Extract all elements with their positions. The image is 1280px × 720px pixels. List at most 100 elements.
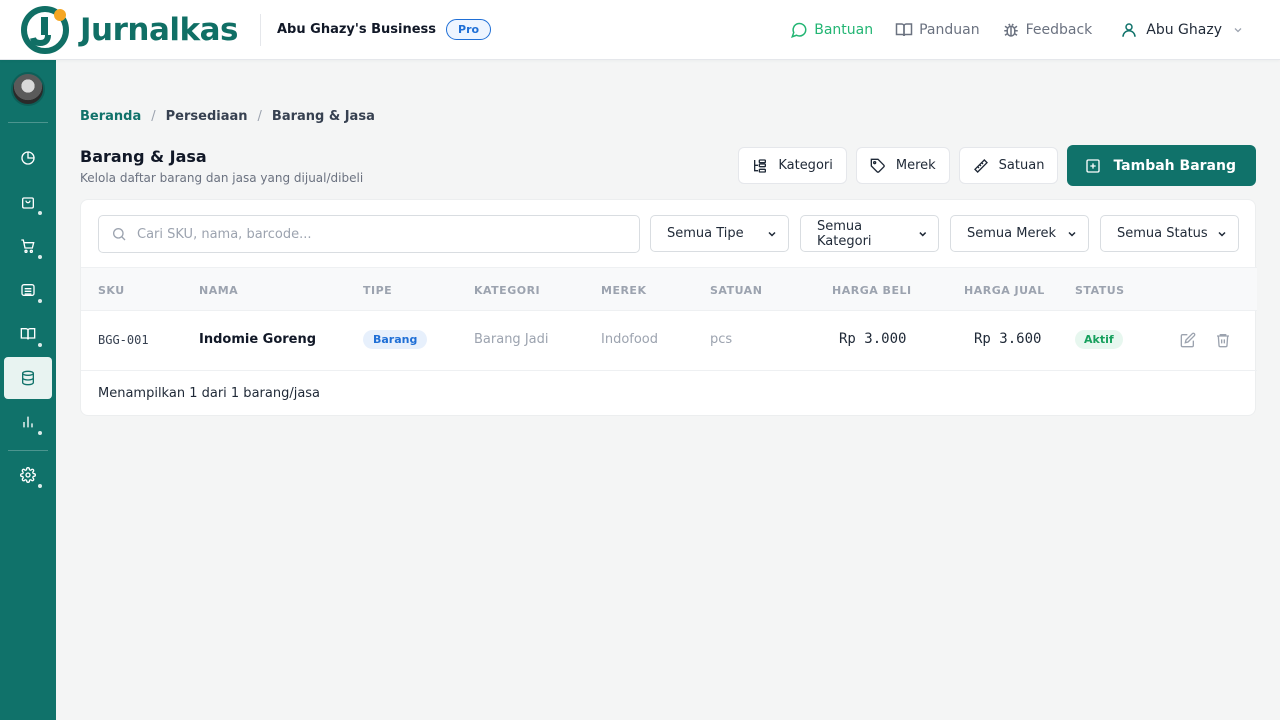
column-header-brand[interactable]: MEREK bbox=[601, 284, 646, 297]
category-filter-value: Semua Kategori bbox=[817, 218, 872, 249]
chevron-down-icon bbox=[918, 231, 926, 236]
submenu-dot bbox=[38, 431, 42, 435]
chat-bubble-icon bbox=[791, 22, 807, 38]
brand-button-label: Merek bbox=[895, 158, 936, 173]
edit-icon bbox=[1180, 332, 1196, 348]
type-badge: Barang bbox=[363, 330, 428, 349]
gear-icon bbox=[20, 467, 36, 483]
ruler-icon bbox=[973, 158, 988, 173]
edit-button[interactable] bbox=[1179, 331, 1197, 349]
cell-name[interactable]: Indomie Goreng bbox=[199, 332, 316, 347]
breadcrumb-home[interactable]: Beranda bbox=[80, 109, 141, 124]
search-field[interactable] bbox=[98, 215, 640, 253]
sidebar-divider bbox=[8, 122, 48, 123]
add-item-button-label: Tambah Barang bbox=[1113, 157, 1236, 174]
guide-link[interactable]: Panduan bbox=[895, 21, 980, 39]
sidebar-item-settings[interactable] bbox=[4, 454, 52, 496]
status-filter-value: Semua Status bbox=[1117, 226, 1208, 241]
brand-filter-value: Semua Merek bbox=[967, 226, 1057, 241]
column-header-unit[interactable]: SATUAN bbox=[710, 284, 762, 297]
help-link[interactable]: Bantuan bbox=[790, 21, 873, 39]
cell-buy-price: Rp 3.000 bbox=[839, 331, 907, 347]
breadcrumb-separator: / bbox=[257, 109, 262, 124]
trash-icon bbox=[1217, 334, 1229, 348]
category-button[interactable]: Kategori bbox=[738, 147, 847, 184]
user-name: Abu Ghazy bbox=[1146, 22, 1222, 38]
logo-mark-icon bbox=[20, 5, 70, 55]
cell-brand: Indofood bbox=[601, 332, 659, 347]
pie-chart-icon bbox=[21, 151, 35, 165]
add-item-button[interactable]: Tambah Barang bbox=[1067, 145, 1256, 186]
database-icon bbox=[22, 370, 34, 386]
plan-badge: Pro bbox=[446, 19, 492, 40]
search-icon bbox=[113, 228, 126, 241]
business-name[interactable]: Abu Ghazy's Business bbox=[277, 22, 436, 37]
column-header-sell-price[interactable]: HARGA JUAL bbox=[964, 284, 1045, 297]
delete-button[interactable] bbox=[1214, 331, 1232, 349]
column-header-category[interactable]: KATEGORI bbox=[474, 284, 540, 297]
brand-filter-select[interactable]: Semua Merek bbox=[950, 215, 1089, 252]
shopping-bag-icon bbox=[22, 197, 34, 209]
bank-icon bbox=[21, 284, 35, 296]
sidebar-item-purchases[interactable] bbox=[4, 225, 52, 267]
sidebar-item-accounting[interactable] bbox=[4, 313, 52, 355]
submenu-dot bbox=[38, 484, 42, 488]
submenu-dot bbox=[38, 299, 42, 303]
shopping-cart-icon bbox=[21, 239, 35, 253]
column-header-sku[interactable]: SKU bbox=[98, 284, 125, 297]
bar-chart-icon bbox=[23, 416, 33, 428]
breadcrumb-separator: / bbox=[151, 109, 156, 124]
book-icon bbox=[20, 328, 36, 340]
column-header-status[interactable]: STATUS bbox=[1075, 284, 1125, 297]
type-filter-select[interactable]: Semua Tipe bbox=[650, 215, 789, 252]
sidebar-divider bbox=[8, 450, 48, 451]
sidebar-item-sales[interactable] bbox=[4, 181, 52, 223]
page-title: Barang & Jasa bbox=[80, 147, 207, 166]
table-header: SKU NAMA TIPE KATEGORI MEREK SATUAN HARG… bbox=[81, 267, 1257, 311]
header-divider bbox=[260, 13, 261, 46]
brand-button[interactable]: Merek bbox=[855, 147, 950, 184]
feedback-label: Feedback bbox=[1025, 22, 1093, 38]
cell-sku: BGG-001 bbox=[98, 333, 149, 347]
plus-square-icon bbox=[1086, 158, 1101, 173]
type-filter-value: Semua Tipe bbox=[667, 226, 744, 241]
submenu-dot bbox=[38, 211, 42, 215]
sidebar-item-dashboard[interactable] bbox=[4, 137, 52, 179]
breadcrumb: Beranda / Persediaan / Barang & Jasa bbox=[80, 109, 375, 124]
book-open-icon bbox=[895, 23, 913, 37]
sidebar-item-cash-bank[interactable] bbox=[4, 269, 52, 311]
sidebar-item-reports[interactable] bbox=[4, 401, 52, 443]
chevron-down-icon bbox=[1218, 231, 1226, 237]
column-header-buy-price[interactable]: HARGA BELI bbox=[832, 284, 912, 297]
help-label: Bantuan bbox=[814, 22, 874, 38]
feedback-link[interactable]: Feedback bbox=[1002, 21, 1093, 39]
column-header-type[interactable]: TIPE bbox=[363, 284, 392, 297]
status-badge: Aktif bbox=[1075, 330, 1123, 349]
cell-category: Barang Jadi bbox=[474, 332, 549, 347]
cell-sell-price: Rp 3.600 bbox=[974, 331, 1042, 347]
table-row[interactable]: BGG-001 Indomie Goreng Barang Barang Jad… bbox=[81, 311, 1257, 371]
breadcrumb-current: Barang & Jasa bbox=[271, 109, 375, 124]
top-nav: Bantuan Panduan Feedback Abu Ghazy bbox=[790, 0, 1280, 60]
category-filter-select[interactable]: Semua Kategori bbox=[800, 215, 939, 252]
page-subtitle: Kelola daftar barang dan jasa yang dijua… bbox=[80, 171, 364, 185]
cell-unit: pcs bbox=[710, 332, 733, 347]
search-input[interactable] bbox=[137, 226, 617, 242]
breadcrumb-section[interactable]: Persediaan bbox=[166, 109, 248, 124]
user-icon bbox=[1122, 23, 1137, 37]
submenu-dot bbox=[38, 255, 42, 259]
sidebar bbox=[0, 60, 56, 720]
table-summary: Menampilkan 1 dari 1 barang/jasa bbox=[98, 386, 321, 401]
hierarchy-icon bbox=[754, 158, 767, 173]
chevron-down-icon bbox=[768, 231, 776, 237]
tag-icon bbox=[870, 158, 885, 173]
bug-icon bbox=[1003, 23, 1018, 37]
unit-button-label: Satuan bbox=[998, 158, 1045, 173]
unit-button[interactable]: Satuan bbox=[958, 147, 1059, 184]
avatar[interactable] bbox=[11, 72, 45, 106]
status-filter-select[interactable]: Semua Status bbox=[1100, 215, 1239, 252]
column-header-name[interactable]: NAMA bbox=[199, 284, 238, 297]
user-menu[interactable]: Abu Ghazy bbox=[1120, 21, 1252, 39]
app-logo[interactable]: Jurnalkas bbox=[20, 5, 260, 55]
sidebar-item-inventory[interactable] bbox=[4, 357, 52, 399]
